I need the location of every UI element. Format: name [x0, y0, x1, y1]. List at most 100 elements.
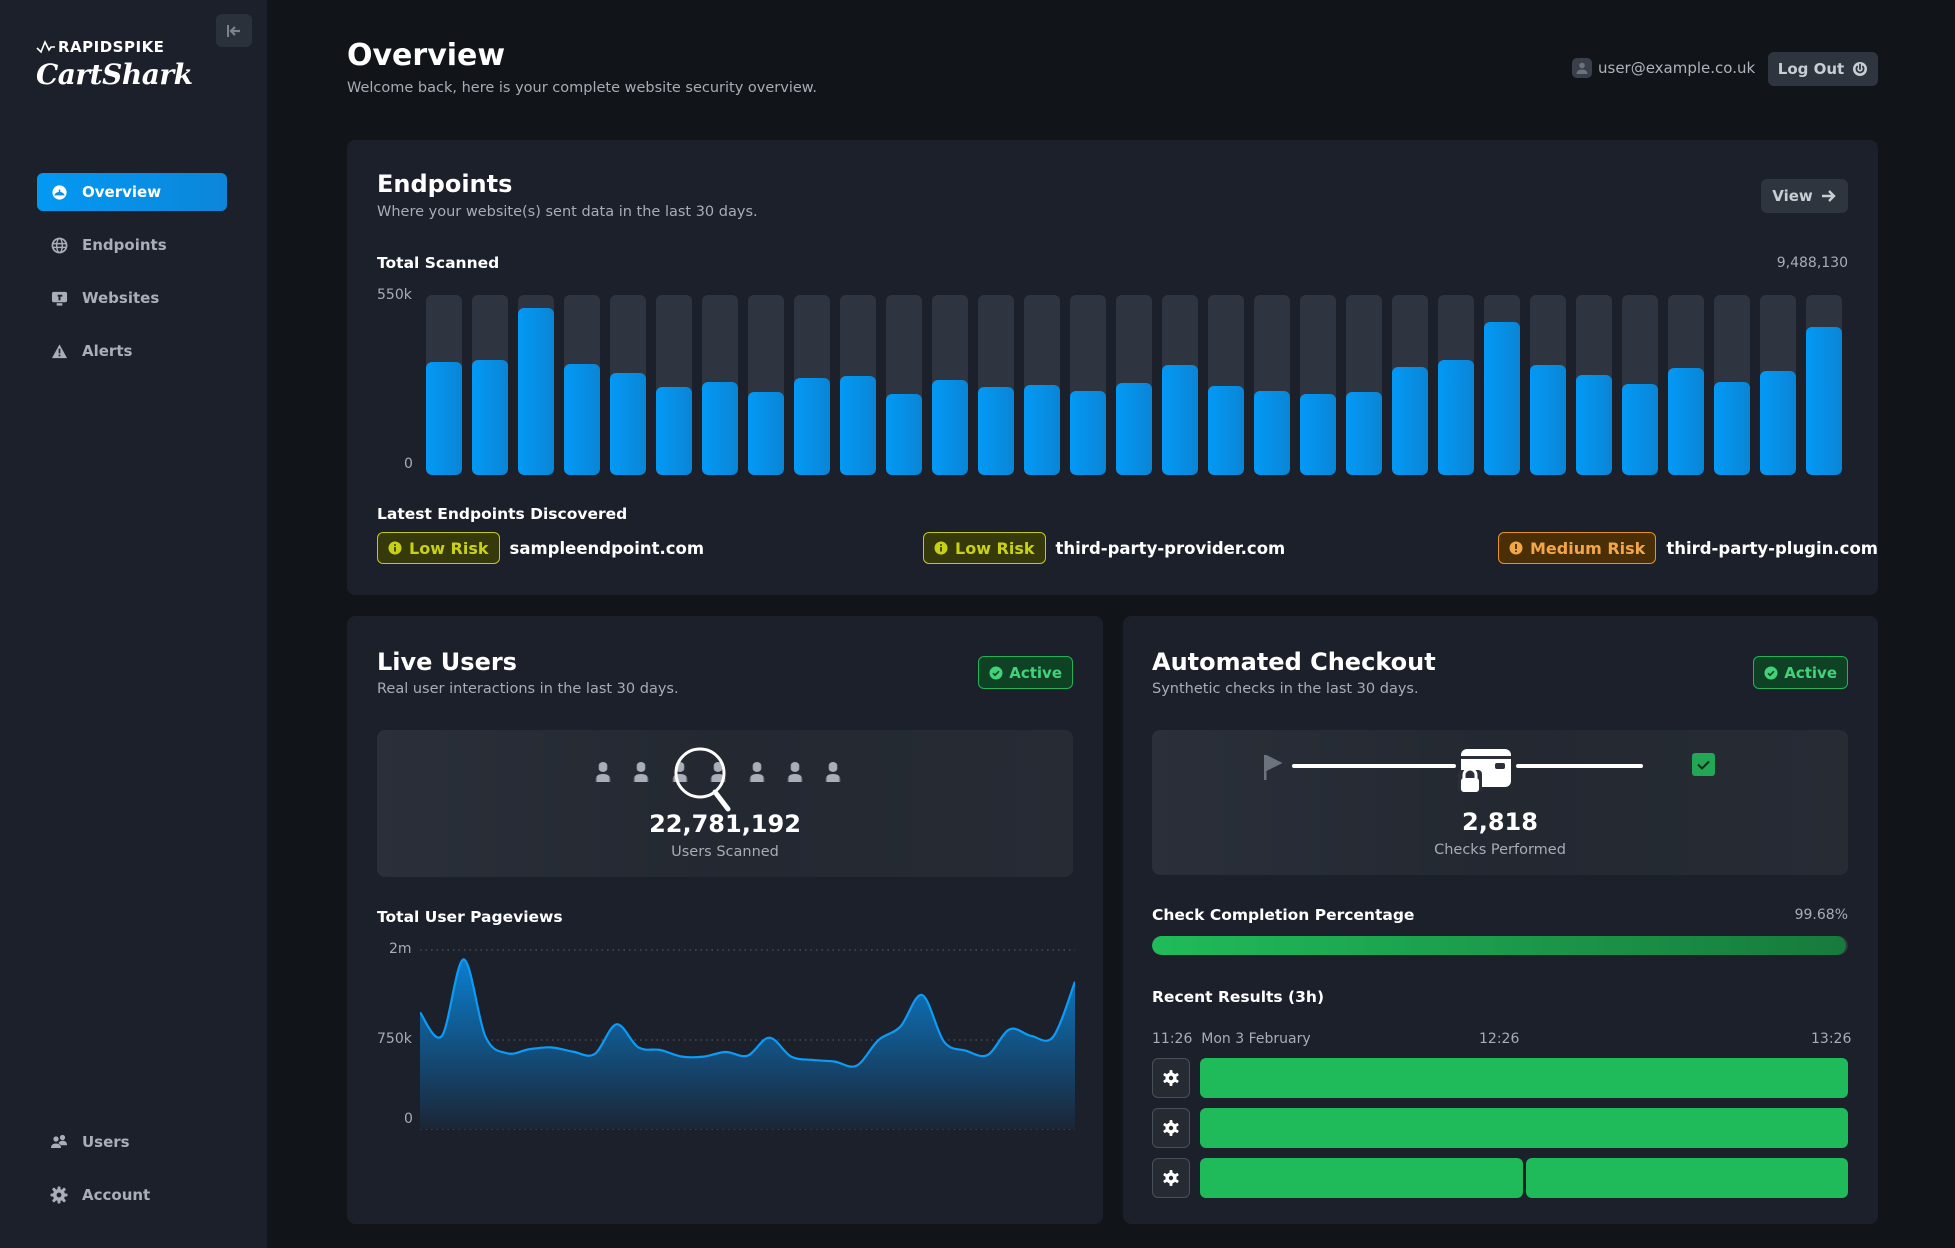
- data-point[interactable]: [632, 1041, 644, 1053]
- bar-track[interactable]: [1208, 295, 1244, 475]
- data-point[interactable]: [938, 1036, 950, 1048]
- sidebar-item-websites[interactable]: Websites: [37, 279, 227, 317]
- collapse-sidebar-button[interactable]: [216, 14, 252, 47]
- logout-button[interactable]: Log Out: [1768, 52, 1878, 86]
- sidebar-item-overview[interactable]: Overview: [37, 173, 227, 211]
- data-point[interactable]: [785, 1051, 797, 1063]
- bar: [1346, 391, 1382, 475]
- bar: [518, 308, 554, 475]
- bar-track[interactable]: [748, 295, 784, 475]
- pageviews-area-chart: [420, 949, 1075, 1130]
- bar-track[interactable]: [1438, 295, 1474, 475]
- person-icon: [595, 762, 611, 782]
- endpoint-item[interactable]: Medium Risk third-party-plugin.com: [1498, 532, 1878, 564]
- sidebar-item-alerts[interactable]: Alerts: [37, 332, 227, 370]
- data-point[interactable]: [523, 1043, 535, 1055]
- bar-track[interactable]: [932, 295, 968, 475]
- data-point[interactable]: [501, 1047, 513, 1059]
- data-point[interactable]: [436, 1030, 448, 1042]
- bar-track[interactable]: [610, 295, 646, 475]
- risk-label: Medium Risk: [1530, 538, 1646, 558]
- bar-track[interactable]: [1668, 295, 1704, 475]
- bar: [748, 391, 784, 475]
- data-point[interactable]: [720, 1046, 732, 1058]
- bar-track[interactable]: [1806, 295, 1842, 475]
- users-scanned-label: Users Scanned: [671, 844, 779, 860]
- data-point[interactable]: [829, 1056, 841, 1068]
- bar-track[interactable]: [1484, 295, 1520, 475]
- bar-track[interactable]: [1576, 295, 1612, 475]
- result-segment[interactable]: [1200, 1058, 1848, 1098]
- result-segment[interactable]: [1525, 1158, 1848, 1198]
- bar: [1116, 382, 1152, 475]
- bar-track[interactable]: [564, 295, 600, 475]
- data-point[interactable]: [458, 953, 470, 965]
- data-point[interactable]: [916, 989, 928, 1001]
- data-point[interactable]: [654, 1044, 666, 1056]
- data-point[interactable]: [807, 1054, 819, 1066]
- data-point[interactable]: [1004, 1023, 1016, 1035]
- data-point[interactable]: [611, 1018, 623, 1030]
- data-point[interactable]: [420, 1006, 426, 1018]
- bar-track[interactable]: [1622, 295, 1658, 475]
- bar-track[interactable]: [518, 295, 554, 475]
- data-point[interactable]: [676, 1051, 688, 1063]
- result-segment[interactable]: [1200, 1158, 1523, 1198]
- checks-performed-label: Checks Performed: [1434, 842, 1566, 858]
- data-point[interactable]: [894, 1021, 906, 1033]
- user-icon: [1576, 62, 1588, 74]
- data-point[interactable]: [545, 1041, 557, 1053]
- bar: [1760, 370, 1796, 475]
- result-settings-button[interactable]: [1152, 1108, 1190, 1148]
- data-point[interactable]: [567, 1046, 579, 1058]
- data-point[interactable]: [873, 1034, 885, 1046]
- bar-track[interactable]: [978, 295, 1014, 475]
- live-users-title: Live Users: [377, 648, 517, 676]
- checkout-title: Automated Checkout: [1152, 648, 1436, 676]
- sidebar-item-account[interactable]: Account: [37, 1176, 227, 1214]
- bar-track[interactable]: [886, 295, 922, 475]
- data-point[interactable]: [1025, 1030, 1037, 1042]
- bar-track[interactable]: [794, 295, 830, 475]
- company-name: RAPIDSPIKE: [58, 38, 165, 56]
- timeline-start: 11:26 Mon 3 February: [1152, 1031, 1311, 1047]
- monitor-icon: [50, 289, 68, 307]
- bar-track[interactable]: [1392, 295, 1428, 475]
- bar-track[interactable]: [702, 295, 738, 475]
- bar-track[interactable]: [1760, 295, 1796, 475]
- bar-track[interactable]: [1254, 295, 1290, 475]
- data-point[interactable]: [1069, 976, 1075, 988]
- bar-track[interactable]: [1530, 295, 1566, 475]
- bar-track[interactable]: [1162, 295, 1198, 475]
- bar-track[interactable]: [472, 295, 508, 475]
- bar: [1668, 367, 1704, 475]
- bar-track[interactable]: [1714, 295, 1750, 475]
- result-settings-button[interactable]: [1152, 1058, 1190, 1098]
- bar-track[interactable]: [1024, 295, 1060, 475]
- completion-value: 99.68%: [1794, 907, 1848, 923]
- data-point[interactable]: [982, 1049, 994, 1061]
- data-point[interactable]: [763, 1032, 775, 1044]
- endpoint-item[interactable]: Low Risk sampleendpoint.com: [377, 532, 704, 564]
- sidebar-item-endpoints[interactable]: Endpoints: [37, 226, 227, 264]
- result-segment[interactable]: [1200, 1108, 1848, 1148]
- bar-track[interactable]: [426, 295, 462, 475]
- data-point[interactable]: [851, 1060, 863, 1072]
- bar-track[interactable]: [840, 295, 876, 475]
- data-point[interactable]: [742, 1050, 754, 1062]
- bar-track[interactable]: [656, 295, 692, 475]
- result-settings-button[interactable]: [1152, 1158, 1190, 1198]
- endpoint-item[interactable]: Low Risk third-party-provider.com: [923, 532, 1285, 564]
- sidebar-item-users[interactable]: Users: [37, 1123, 227, 1161]
- data-point[interactable]: [1047, 1031, 1059, 1043]
- data-point[interactable]: [960, 1045, 972, 1057]
- bar-track[interactable]: [1346, 295, 1382, 475]
- bar-track[interactable]: [1070, 295, 1106, 475]
- data-point[interactable]: [480, 1031, 492, 1043]
- bar-track[interactable]: [1116, 295, 1152, 475]
- view-endpoints-button[interactable]: View: [1761, 179, 1848, 213]
- data-point[interactable]: [589, 1048, 601, 1060]
- data-point[interactable]: [698, 1051, 710, 1063]
- user-menu[interactable]: user@example.co.uk: [1572, 58, 1755, 78]
- bar-track[interactable]: [1300, 295, 1336, 475]
